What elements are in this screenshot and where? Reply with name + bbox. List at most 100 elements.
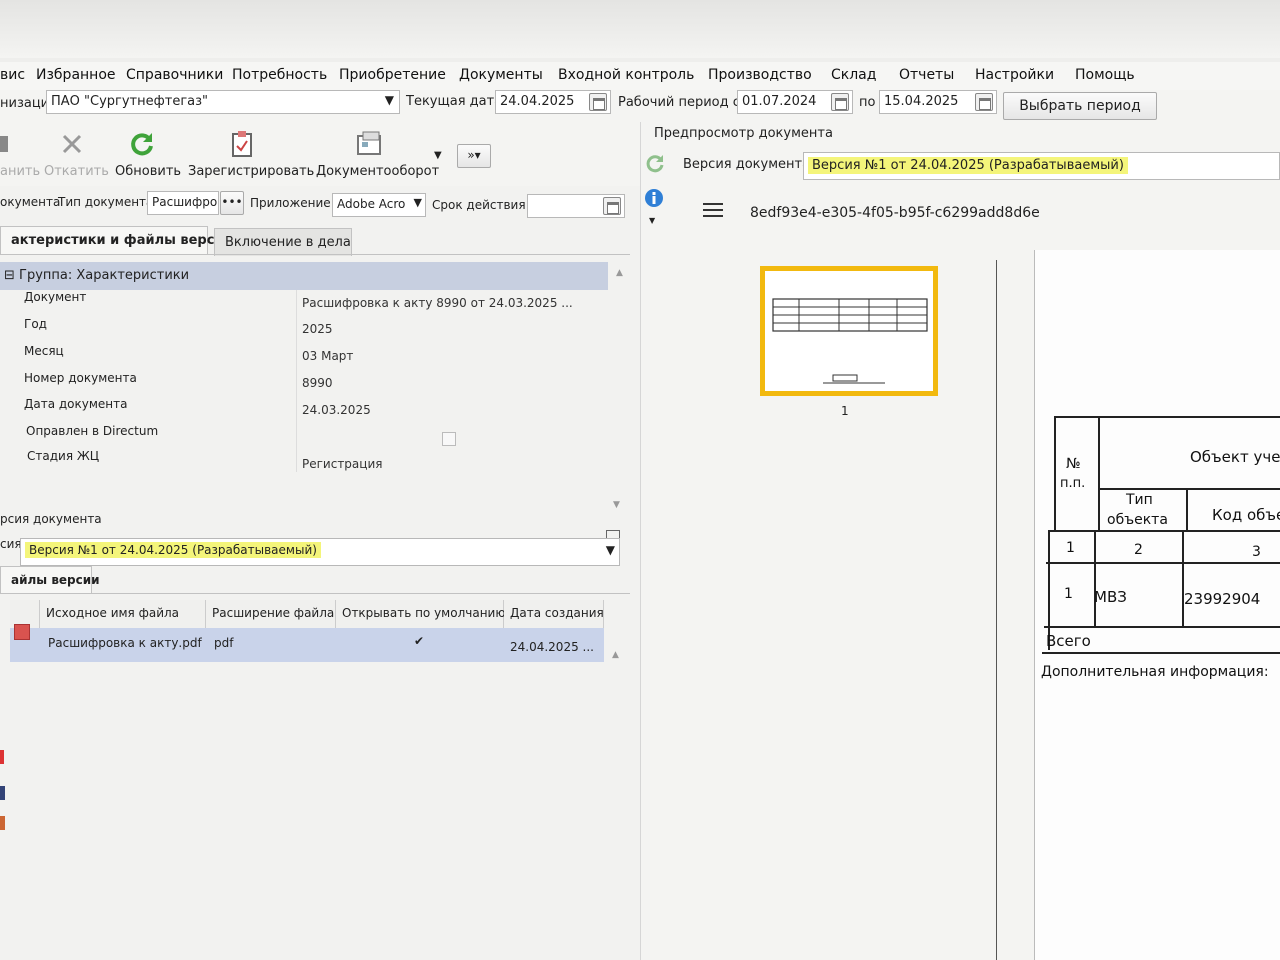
org-period-row: низация ПАО "Сургутнефтегаз" ▼ Текущая д… [0,90,1280,122]
org-select[interactable]: ПАО "Сургутнефтегаз" ▼ [46,90,400,114]
tbl-col-no: № [1066,456,1081,472]
document-guid: 8edf93e4-e305-4f05-b95f-c6299add8d6e [750,205,1040,221]
left-edge-marker [0,750,4,764]
files-tab-divider [0,593,630,594]
prop-value-month[interactable]: 03 Март [302,349,353,363]
scroll-up-icon[interactable]: ▲ [616,268,623,278]
validity-field[interactable] [527,194,625,218]
docflow-icon [357,131,381,155]
prop-divider [296,290,297,472]
info-dropdown-icon[interactable]: ▼ [649,216,655,225]
tbl-row-code: 23992904 [1184,590,1261,608]
tbl-border-top [1054,416,1280,418]
period-label: Рабочий период с [618,95,740,110]
version-select[interactable]: Версия №1 от 24.04.2025 (Разрабатываемый… [20,538,620,566]
version-section-label: рсия документа [0,512,102,526]
tbl-col-object: Объект уче [1190,448,1280,466]
calendar-icon[interactable] [603,197,621,215]
preview-version-value: Версия №1 от 24.04.2025 (Разрабатываемый… [808,157,1128,174]
docflow-button[interactable]: Документооборот [316,164,439,179]
menu-help[interactable]: Помощь [1075,67,1135,83]
chevron-down-icon[interactable]: ▼ [414,196,422,209]
more-icon[interactable]: »▾ [457,144,491,168]
org-value: ПАО "Сургутнефтегаз" [51,94,209,109]
scroll-up-icon[interactable]: ▲ [612,650,619,660]
group-header[interactable]: ⊟ Группа: Характеристики [0,262,608,290]
tbl-col1-line [1098,416,1100,530]
tbl-idx3: 3 [1252,544,1261,560]
tbl-border-left [1054,416,1056,530]
calendar-icon[interactable] [831,93,849,111]
prop-value-lifecycle[interactable]: Регистрация [302,457,382,471]
tbl-col-code: Код объе [1212,506,1280,524]
group-title: Группа: Характеристики [19,268,190,283]
prop-name-lifecycle: Стадия ЖЦ [27,449,100,463]
menu-documents[interactable]: Документы [459,67,543,83]
collapse-icon[interactable]: ⊟ [4,268,15,283]
page-thumbnail[interactable] [760,266,938,396]
calendar-icon[interactable] [589,93,607,111]
refresh-button[interactable]: Обновить [115,164,181,179]
preview-version-select[interactable]: Версия №1 от 24.04.2025 (Разрабатываемый… [803,152,1280,180]
current-date-label: Текущая дата [406,94,503,109]
menu-purchase[interactable]: Приобретение [339,67,446,83]
tbl-header-bottom [1048,530,1280,532]
grid-header-created[interactable]: Дата создания [504,600,604,628]
table-row[interactable]: Расшифровка к акту.pdf pdf ✔ 24.04.2025 … [10,624,604,662]
menu-references[interactable]: Справочники [126,67,223,83]
menu-favorites[interactable]: Избранное [36,67,116,83]
app-select[interactable]: Adobe Acro ▼ [332,193,426,217]
grid-header-default[interactable]: Открывать по умолчанию [336,600,505,628]
current-date-field[interactable]: 24.04.2025 [495,90,611,114]
dropdown-arrow-icon[interactable]: ▼ [434,150,442,161]
app-label: Приложение [250,196,331,210]
register-button[interactable]: Зарегистрировать [188,164,314,179]
tbl-col-no2: п.п. [1060,476,1086,491]
period-from-field[interactable]: 01.07.2024 [737,90,853,114]
thumbnail-table-image [772,298,928,384]
refresh-icon[interactable] [644,153,666,175]
doc-type-field[interactable]: Расшифров [147,191,219,215]
left-edge-marker [0,786,5,800]
chevron-down-icon[interactable]: ▼ [606,543,615,557]
version-value: Версия №1 от 24.04.2025 (Разрабатываемый… [25,542,321,558]
chevron-down-icon[interactable]: ▼ [385,93,394,107]
tab-version-files[interactable]: айлы версии [0,566,100,594]
prop-name-doc-date: Дата документа [24,397,128,411]
save-icon [0,136,8,152]
info-icon[interactable] [644,188,664,208]
grid-header-extension[interactable]: Расширение файла [206,600,336,628]
select-period-button[interactable]: Выбрать период [1003,92,1157,120]
menu-settings[interactable]: Настройки [975,67,1054,83]
menu-needs[interactable]: Потребность [232,67,327,83]
save-button[interactable]: анить [0,164,40,179]
tab-inclusion[interactable]: Включение в дела [214,228,352,256]
directum-checkbox[interactable] [442,432,456,446]
menu-input-control[interactable]: Входной контроль [558,67,694,83]
hamburger-menu-icon[interactable] [703,202,723,218]
validity-label: Срок действия [432,198,526,212]
menu-reports[interactable]: Отчеты [899,67,954,83]
tbl-idx2: 2 [1134,542,1143,558]
menu-production[interactable]: Производство [708,67,812,83]
scroll-down-icon[interactable]: ▼ [613,500,620,510]
monitor-bezel [0,0,1280,58]
prop-value-year[interactable]: 2025 [302,322,333,336]
preview-version-label: Версия документа [683,157,811,172]
menu-service[interactable]: вис [0,67,25,83]
tbl-idx1: 1 [1066,540,1075,556]
prop-name-month: Месяц [24,344,64,358]
prop-value-document[interactable]: Расшифровка к акту 8990 от 24.03.2025 ..… [302,296,573,310]
panel-splitter[interactable] [640,122,641,960]
calendar-icon[interactable] [975,93,993,111]
prop-value-doc-number[interactable]: 8990 [302,376,333,390]
period-to-field[interactable]: 15.04.2025 [879,90,997,114]
menu-warehouse[interactable]: Склад [831,67,876,83]
rollback-button[interactable]: Откатить [44,164,109,179]
tab-characteristics[interactable]: актеристики и файлы версии [0,226,233,254]
ellipsis-icon[interactable]: ••• [220,191,244,215]
prop-value-doc-date[interactable]: 24.03.2025 [302,403,371,417]
tbl-col-type2: объекта [1107,512,1168,528]
default-checkbox-cell[interactable]: ✔ [414,634,424,648]
grid-header-filename[interactable]: Исходное имя файла [40,600,206,628]
